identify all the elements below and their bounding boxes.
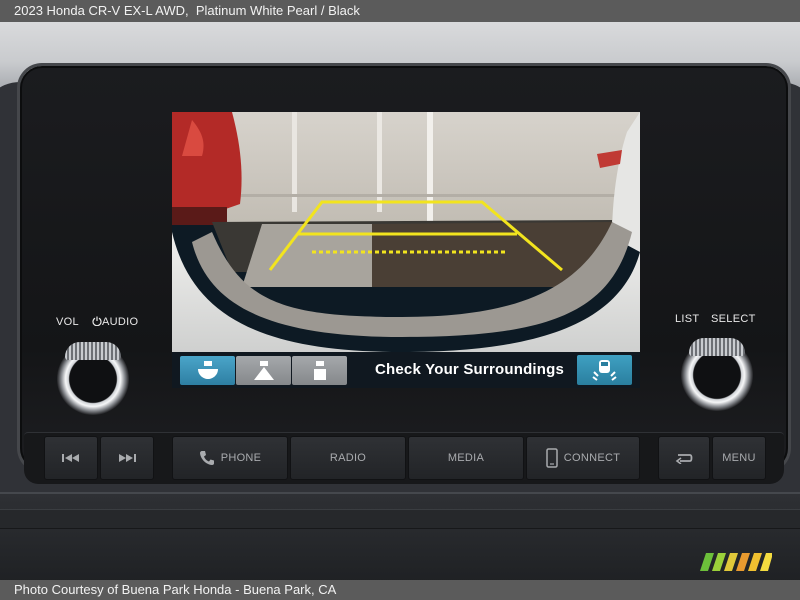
menu-label: MENU (722, 452, 756, 464)
vehicle-title: 2023 Honda CR-V EX-L AWD, (14, 3, 189, 18)
radio-button[interactable]: RADIO (290, 436, 406, 480)
media-button[interactable]: MEDIA (408, 436, 524, 480)
parking-sensor-button[interactable] (577, 355, 632, 385)
vol-label: VOL (56, 316, 79, 328)
connect-label: CONNECT (563, 452, 621, 464)
radio-label: RADIO (329, 452, 367, 464)
volume-knob-ridge (65, 342, 121, 360)
power-icon (92, 316, 102, 327)
audio-label-text: AUDIO (102, 316, 139, 328)
status-message: Check Your Surroundings (375, 361, 565, 378)
photo-credit-bar: Photo Courtesy of Buena Park Honda - Bue… (0, 580, 800, 600)
rear-camera-view[interactable] (172, 112, 640, 352)
wall-ledge (172, 194, 640, 197)
phone-icon (199, 451, 214, 465)
media-label: MEDIA (447, 452, 485, 464)
smartphone-icon (546, 448, 558, 468)
skip-forward-icon (119, 454, 136, 462)
garage-wall (172, 112, 640, 222)
top-view-icon (198, 361, 218, 379)
connect-button[interactable]: CONNECT (526, 436, 640, 480)
wall-pole (427, 112, 433, 227)
dashboard-trim-strip (0, 509, 800, 529)
vehicle-color: Platinum White Pearl / Black (195, 3, 360, 18)
phone-button[interactable]: PHONE (172, 436, 288, 480)
back-button[interactable] (658, 436, 710, 480)
audio-label: AUDIO (92, 316, 138, 328)
watermark-stripes-logo (700, 553, 772, 571)
top-view-button[interactable] (180, 356, 235, 385)
normal-view-icon (314, 361, 326, 380)
next-track-button[interactable] (100, 436, 154, 480)
dashboard-lower-panel (0, 492, 800, 580)
select-label: SELECT (711, 313, 756, 325)
list-label: LIST (675, 313, 700, 325)
wide-view-button[interactable] (236, 356, 291, 385)
previous-track-button[interactable] (44, 436, 98, 480)
parked-car-left (172, 112, 242, 216)
display-screen: Check Your Surroundings (172, 112, 640, 388)
hardware-button-row: PHONE RADIO MEDIA CONNECT MENU (24, 432, 784, 484)
parking-sensor-icon (592, 360, 617, 381)
photo-credit: Photo Courtesy of Buena Park Honda - Bue… (14, 582, 337, 597)
listing-title-bar: 2023 Honda CR-V EX-L AWD, Platinum White… (0, 0, 800, 22)
camera-control-bar: Check Your Surroundings (172, 352, 640, 388)
back-arrow-icon (675, 454, 693, 464)
select-knob-ridge (689, 338, 745, 356)
wide-view-icon (254, 361, 274, 380)
skip-back-icon (62, 454, 79, 462)
menu-button[interactable]: MENU (712, 436, 766, 480)
phone-label: PHONE (220, 452, 262, 464)
normal-view-button[interactable] (292, 356, 347, 385)
